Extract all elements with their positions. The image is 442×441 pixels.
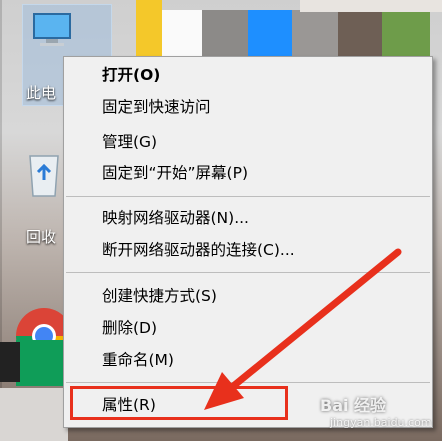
menu-separator [66, 382, 430, 383]
computer-icon [32, 12, 72, 52]
menu-item-create-shortcut[interactable]: 创建快捷方式(S) [64, 284, 432, 308]
dark-app-tile[interactable] [0, 342, 20, 382]
menu-item-pin-start[interactable]: 固定到“开始”屏幕(P) [64, 161, 432, 185]
this-pc-label: 此电 [26, 84, 57, 102]
watermark-url: jingyan.baidu.com [330, 416, 432, 429]
tile-light [300, 0, 442, 12]
menu-separator [66, 272, 430, 273]
properties-highlight-box [70, 386, 288, 420]
menu-item-rename[interactable]: 重命名(M) [64, 348, 432, 372]
menu-item-disconnect-network-drive[interactable]: 断开网络驱动器的连接(C)... [64, 238, 432, 262]
menu-item-manage[interactable]: 管理(G) [64, 130, 432, 154]
menu-item-open[interactable]: 打开(O) [64, 63, 432, 87]
watermark: Bai 经验 [320, 396, 387, 415]
menu-separator [66, 196, 430, 197]
white-app-tile[interactable] [0, 388, 68, 441]
menu-item-map-network-drive[interactable]: 映射网络驱动器(N)... [64, 206, 432, 230]
context-menu: 打开(O) 固定到快速访问 管理(G) 固定到“开始”屏幕(P) 映射网络驱动器… [63, 56, 433, 428]
menu-item-pin-quick-access[interactable]: 固定到快速访问 [64, 95, 432, 119]
recycle-bin-icon[interactable] [26, 150, 62, 202]
green-app-tile[interactable] [16, 340, 68, 386]
recycle-bin-label: 回收 [26, 228, 57, 246]
menu-item-delete[interactable]: 删除(D) [64, 316, 432, 340]
